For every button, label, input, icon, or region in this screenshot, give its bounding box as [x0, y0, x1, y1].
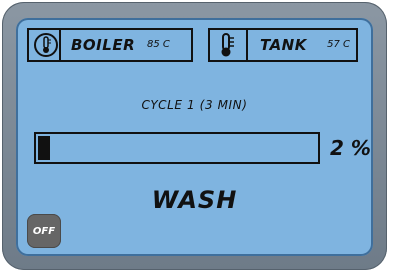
tank-value: 57 C — [327, 39, 350, 50]
cycle-status: CYCLE 1 (3 MIN) — [141, 98, 248, 112]
divider — [246, 30, 248, 60]
thermometer-icon — [221, 33, 234, 57]
tank-label: TANK — [260, 36, 307, 54]
tank-temp-box: TANK 57 C — [208, 28, 358, 62]
display-screen: BOILER 85 C TANK 57 C CYCLE 1 (3 MIN) 2 … — [16, 18, 373, 256]
boiler-value: 85 C — [147, 39, 170, 50]
progress-percent: 2 % — [330, 136, 371, 160]
progress-bar — [34, 132, 320, 164]
progress-bar-fill — [38, 136, 50, 160]
off-button[interactable]: OFF — [27, 214, 61, 248]
thermometer-icon — [34, 33, 58, 57]
boiler-label: BOILER — [71, 36, 136, 54]
divider — [59, 30, 61, 60]
mode-label: WASH — [151, 186, 238, 214]
device-frame: BOILER 85 C TANK 57 C CYCLE 1 (3 MIN) 2 … — [2, 2, 387, 270]
boiler-temp-box: BOILER 85 C — [27, 28, 193, 62]
